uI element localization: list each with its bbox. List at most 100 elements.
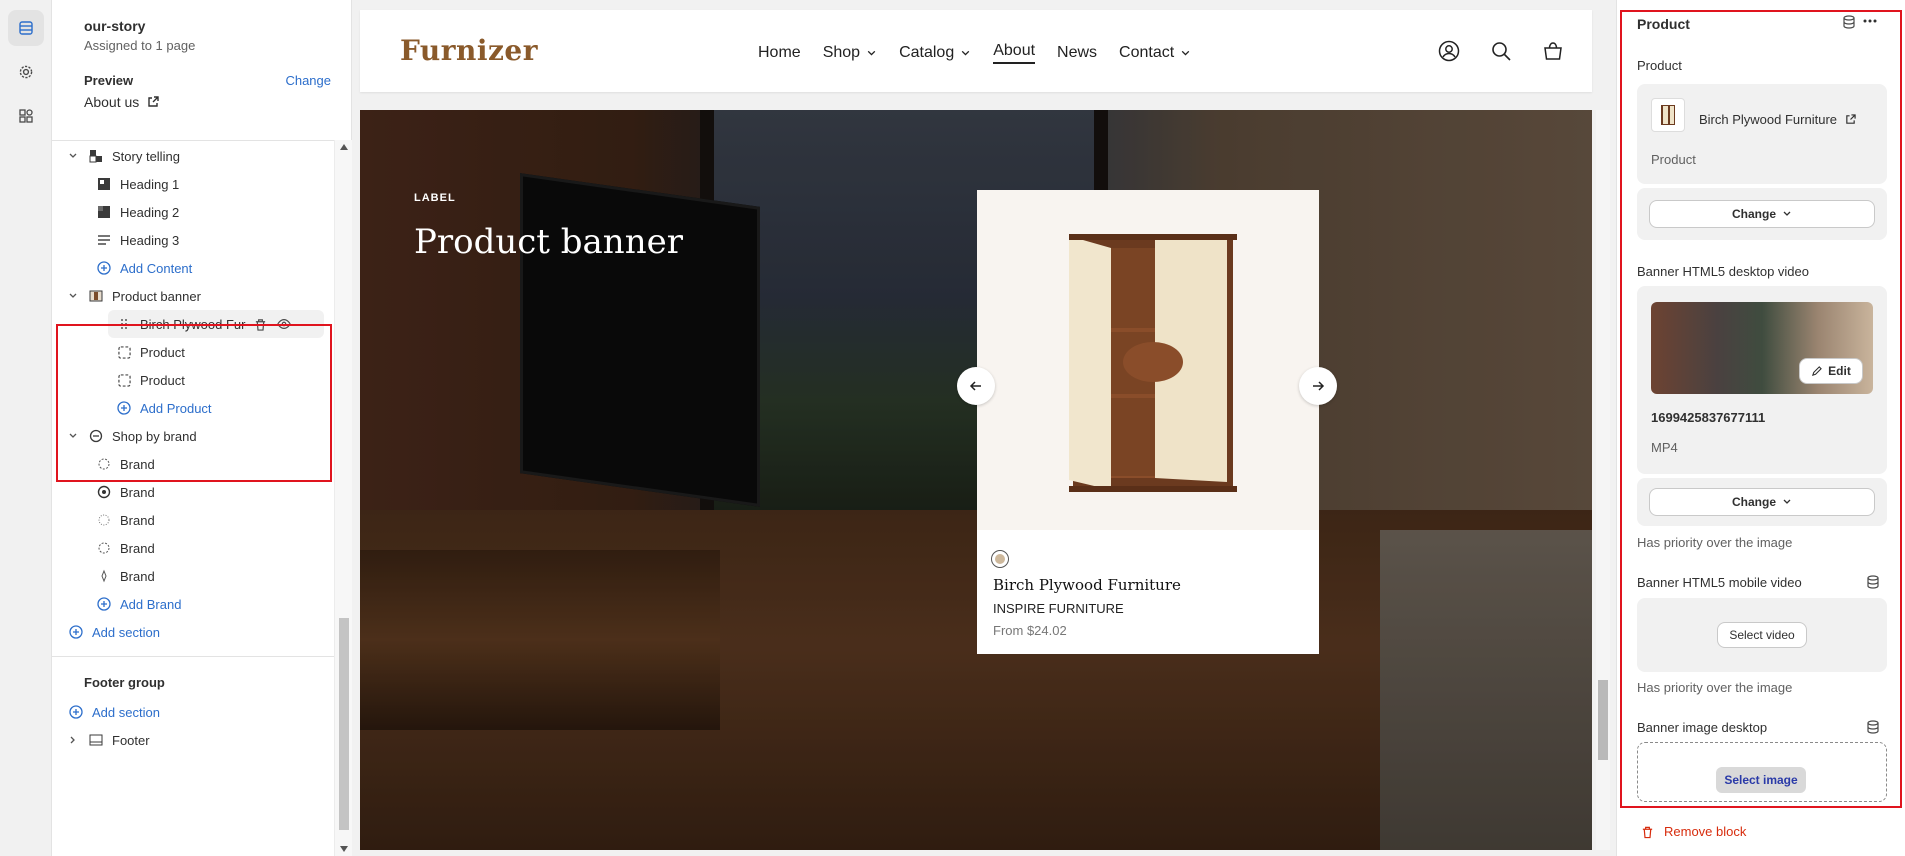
tree-scrollbar[interactable] [334, 140, 352, 856]
slide-dot[interactable] [1140, 642, 1150, 652]
template-assignment: Assigned to 1 page [84, 38, 196, 53]
section-label: Footer [112, 732, 150, 748]
block-birch-plywood[interactable]: Birch Plywood Fur... [116, 310, 324, 338]
color-swatch[interactable] [991, 550, 1009, 568]
section-label: Product banner [112, 288, 201, 304]
block-brand-3[interactable]: Brand [96, 506, 155, 534]
block-label: Heading 2 [120, 204, 180, 220]
product-picker-card: Birch Plywood Furniture Product [1637, 84, 1887, 184]
section-product-banner[interactable]: Product banner [52, 282, 201, 310]
preview-scroll-thumb[interactable] [1598, 680, 1608, 760]
eye-icon[interactable] [276, 316, 292, 332]
desktop-video-label: Banner HTML5 desktop video [1637, 264, 1809, 279]
block-label: Brand [120, 484, 155, 500]
pencil-icon [1812, 365, 1823, 376]
chevron-down-icon [1181, 50, 1190, 56]
plus-circle-icon [116, 400, 132, 416]
change-preview-link[interactable]: Change [285, 73, 331, 88]
add-product-button[interactable]: Add Product [116, 394, 212, 422]
block-brand-2[interactable]: Brand [96, 478, 155, 506]
sections-panel: our-story Assigned to 1 page Preview Cha… [52, 0, 352, 856]
cart-icon[interactable] [1542, 40, 1564, 62]
block-brand-5[interactable]: Brand [96, 562, 155, 590]
block-brand-1[interactable]: Brand [96, 450, 155, 478]
block-product-1[interactable]: Product [116, 338, 185, 366]
sections-icon[interactable] [8, 10, 44, 46]
account-icon[interactable] [1438, 40, 1460, 62]
nav-news[interactable]: News [1057, 42, 1097, 64]
preview-page[interactable]: About us [84, 94, 331, 110]
chevron-down-icon[interactable] [68, 151, 78, 161]
dashed-square-icon [116, 344, 132, 360]
nav-about[interactable]: About [993, 42, 1036, 64]
more-options-icon[interactable] [1863, 19, 1877, 23]
priority-note: Has priority over the image [1637, 535, 1793, 550]
database-icon[interactable] [1867, 720, 1879, 734]
add-brand-label: Add Brand [120, 596, 182, 612]
dashed-square-icon [116, 372, 132, 388]
settings-gear-icon[interactable] [8, 54, 44, 90]
trash-icon[interactable] [252, 316, 268, 332]
nav-home[interactable]: Home [758, 42, 801, 64]
select-image-button[interactable]: Select image [1716, 767, 1806, 793]
block-label: Product [140, 344, 185, 360]
banner-title: Product banner [414, 222, 683, 262]
chevron-down-icon[interactable] [68, 291, 78, 301]
prev-slide-button[interactable] [957, 367, 995, 405]
plus-circle-icon [68, 624, 84, 640]
divider [52, 656, 334, 657]
block-product-2[interactable]: Product [116, 366, 185, 394]
scroll-thumb[interactable] [339, 618, 349, 830]
change-video-button[interactable]: Change [1649, 488, 1875, 516]
edit-video-button[interactable]: Edit [1799, 358, 1863, 384]
banner-label: LABEL [414, 192, 456, 204]
block-heading-1[interactable]: Heading 1 [96, 170, 179, 198]
product-type: Product [1651, 152, 1696, 167]
drag-handle-icon[interactable] [116, 316, 132, 332]
product-image[interactable] [977, 190, 1319, 530]
scroll-down-arrow-icon[interactable] [340, 846, 348, 852]
store-logo[interactable]: Furnizer [400, 34, 538, 67]
product-name-link[interactable]: Birch Plywood Furniture [1699, 112, 1856, 127]
section-shop-by-brand[interactable]: Shop by brand [52, 422, 197, 450]
nav-shop[interactable]: Shop [823, 42, 877, 64]
priority-note: Has priority over the image [1637, 680, 1793, 695]
heading-image-icon [96, 204, 112, 220]
section-story-telling[interactable]: Story telling [52, 142, 180, 170]
add-content-button[interactable]: Add Content [96, 254, 192, 282]
next-slide-button[interactable] [1299, 367, 1337, 405]
nav-catalog[interactable]: Catalog [899, 42, 971, 64]
block-heading-3[interactable]: Heading 3 [96, 226, 179, 254]
chevron-down-icon [867, 50, 876, 56]
scroll-up-arrow-icon[interactable] [340, 144, 348, 150]
section-footer[interactable]: Footer [52, 726, 150, 754]
image-drop-zone[interactable]: Select image [1637, 742, 1887, 802]
block-heading-2[interactable]: Heading 2 [96, 198, 179, 226]
add-section-button[interactable]: Add section [68, 618, 160, 646]
change-product-button[interactable]: Change [1649, 200, 1875, 228]
nav-contact[interactable]: Contact [1119, 42, 1191, 64]
video-format: MP4 [1651, 440, 1678, 455]
story-icon [88, 148, 104, 164]
slide-dot[interactable] [1156, 642, 1166, 652]
product-card[interactable]: Birch Plywood Furniture INSPIRE FURNITUR… [977, 190, 1319, 654]
chevron-down-icon [1783, 499, 1791, 504]
add-footer-section-button[interactable]: Add section [68, 698, 160, 726]
block-brand-4[interactable]: Brand [96, 534, 155, 562]
chevron-down-icon[interactable] [68, 431, 78, 441]
preview-scrollbar[interactable] [1596, 110, 1610, 850]
database-icon[interactable] [1843, 15, 1855, 29]
video-thumbnail[interactable]: Edit [1651, 302, 1873, 394]
text-lines-icon [96, 232, 112, 248]
add-brand-button[interactable]: Add Brand [96, 590, 181, 618]
remove-block-button[interactable]: Remove block [1641, 824, 1746, 839]
slide-dot[interactable] [1124, 642, 1134, 652]
product-title[interactable]: Birch Plywood Furniture [993, 576, 1181, 594]
search-icon[interactable] [1490, 40, 1512, 62]
database-icon[interactable] [1867, 575, 1879, 589]
chevron-right-icon[interactable] [68, 735, 78, 745]
apps-icon[interactable] [8, 98, 44, 134]
product-banner-section[interactable]: LABEL Product banner Birch Plywood Furni… [360, 110, 1592, 850]
select-video-button[interactable]: Select video [1717, 622, 1807, 648]
brand-logo-icon [96, 568, 112, 584]
